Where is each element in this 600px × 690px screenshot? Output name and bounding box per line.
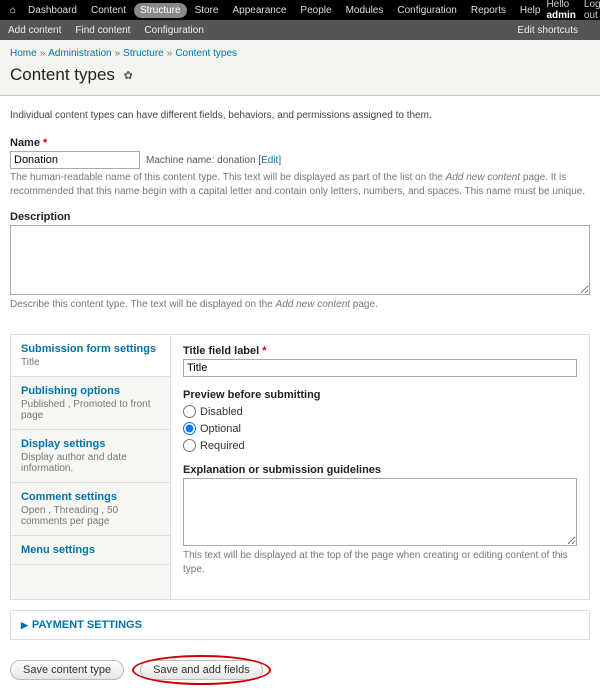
logout-link[interactable]: Log out — [584, 0, 600, 21]
preview-label: Preview before submitting — [183, 389, 577, 401]
preview-option-required[interactable]: Required — [183, 439, 577, 452]
title-field-label: Title field label * — [183, 345, 577, 357]
breadcrumb-link[interactable]: Home — [10, 48, 37, 59]
vtab-summary: Title — [21, 357, 160, 368]
payment-settings-toggle[interactable]: ▶ PAYMENT SETTINGS — [21, 619, 579, 631]
intro-text: Individual content types can have differ… — [10, 110, 590, 121]
machine-name-edit-link[interactable]: Edit — [261, 155, 278, 166]
admin-toolbar: ⌂ DashboardContentStructureStoreAppearan… — [0, 0, 600, 20]
edit-shortcuts-link[interactable]: Edit shortcuts — [517, 25, 578, 36]
vtab-display-settings[interactable]: Display settings Display author and date … — [11, 430, 170, 483]
vtab-summary: Published , Promoted to front page — [21, 399, 160, 421]
save-and-add-fields-button[interactable]: Save and add fields — [140, 660, 263, 680]
menu-item-structure[interactable]: Structure — [134, 3, 187, 18]
home-icon[interactable]: ⌂ — [10, 5, 16, 16]
shortcut-add-content[interactable]: Add content — [8, 25, 61, 36]
menu-item-appearance[interactable]: Appearance — [226, 3, 292, 18]
title-field-input[interactable] — [183, 359, 577, 377]
gear-icon[interactable]: ✿ — [124, 70, 133, 82]
menu-item-configuration[interactable]: Configuration — [391, 3, 462, 18]
preview-option-optional[interactable]: Optional — [183, 422, 577, 435]
description-help: Describe this content type. The text wil… — [10, 298, 590, 312]
menu-item-people[interactable]: People — [294, 3, 337, 18]
breadcrumb-link[interactable]: Administration — [48, 48, 111, 59]
preview-option-label: Required — [200, 440, 245, 452]
preview-radio[interactable] — [183, 405, 196, 418]
menu-item-modules[interactable]: Modules — [340, 3, 390, 18]
breadcrumb-separator-icon: » — [167, 48, 173, 59]
vtab-title: Publishing options — [21, 385, 160, 397]
chevron-right-icon: ▶ — [21, 620, 28, 631]
vtab-summary: Open , Threading , 50 comments per page — [21, 505, 160, 527]
menu-item-reports[interactable]: Reports — [465, 3, 512, 18]
page-title-wrap: Content types ✿ — [0, 61, 600, 96]
name-label: Name * — [10, 137, 590, 149]
name-input[interactable] — [10, 151, 140, 169]
preview-radio[interactable] — [183, 422, 196, 435]
action-buttons: Save content type Save and add fields — [0, 650, 600, 690]
shortcut-find-content[interactable]: Find content — [75, 25, 130, 36]
vtab-publishing-options[interactable]: Publishing options Published , Promoted t… — [11, 377, 170, 430]
main-content: Individual content types can have differ… — [0, 96, 600, 334]
breadcrumb-link[interactable]: Content types — [175, 48, 237, 59]
breadcrumb-link[interactable]: Structure — [123, 48, 164, 59]
explain-label: Explanation or submission guidelines — [183, 464, 577, 476]
tutorial-highlight: Save and add fields — [140, 660, 263, 680]
vertical-tabs: Submission form settings Title Publishing … — [10, 334, 590, 600]
preview-option-label: Disabled — [200, 406, 243, 418]
save-content-type-button[interactable]: Save content type — [10, 660, 124, 680]
vertical-tab-list: Submission form settings Title Publishing … — [11, 335, 171, 599]
explain-textarea[interactable] — [183, 478, 577, 546]
preview-option-disabled[interactable]: Disabled — [183, 405, 577, 418]
menu-item-store[interactable]: Store — [189, 3, 225, 18]
breadcrumb-separator-icon: » — [115, 48, 121, 59]
menu-item-help[interactable]: Help — [514, 3, 547, 18]
menu-item-content[interactable]: Content — [85, 3, 132, 18]
preview-radio[interactable] — [183, 439, 196, 452]
description-textarea[interactable] — [10, 225, 590, 295]
vtab-title: Display settings — [21, 438, 160, 450]
vtab-title: Menu settings — [21, 544, 160, 556]
breadcrumb-separator-icon: » — [40, 48, 46, 59]
toolbar-menu: DashboardContentStructureStoreAppearance… — [22, 3, 546, 18]
page-title: Content types ✿ — [10, 65, 590, 85]
menu-item-dashboard[interactable]: Dashboard — [22, 3, 83, 18]
explain-help: This text will be displayed at the top o… — [183, 549, 577, 577]
vtab-submission-form-settings[interactable]: Submission form settings Title — [11, 335, 170, 377]
vtab-title: Submission form settings — [21, 343, 160, 355]
vtab-comment-settings[interactable]: Comment settings Open , Threading , 50 co… — [11, 483, 170, 536]
shortcut-configuration[interactable]: Configuration — [144, 25, 203, 36]
vtab-menu-settings[interactable]: Menu settings — [11, 536, 170, 565]
description-label: Description — [10, 211, 590, 223]
breadcrumb: Home»Administration»Structure»Content ty… — [0, 40, 600, 61]
shortcut-bar: Add content Find content Configuration Edi… — [0, 20, 600, 40]
vtab-title: Comment settings — [21, 491, 160, 503]
vertical-tab-pane: Title field label * Preview before submi… — [171, 335, 589, 599]
preview-option-label: Optional — [200, 423, 241, 435]
payment-settings-fieldset: ▶ PAYMENT SETTINGS — [10, 610, 590, 640]
name-help: The human-readable name of this content … — [10, 171, 590, 199]
machine-name-text: Machine name: donation [Edit] — [146, 155, 281, 166]
vtab-summary: Display author and date information. — [21, 452, 160, 474]
hello-user: Hello admin — [546, 0, 575, 21]
